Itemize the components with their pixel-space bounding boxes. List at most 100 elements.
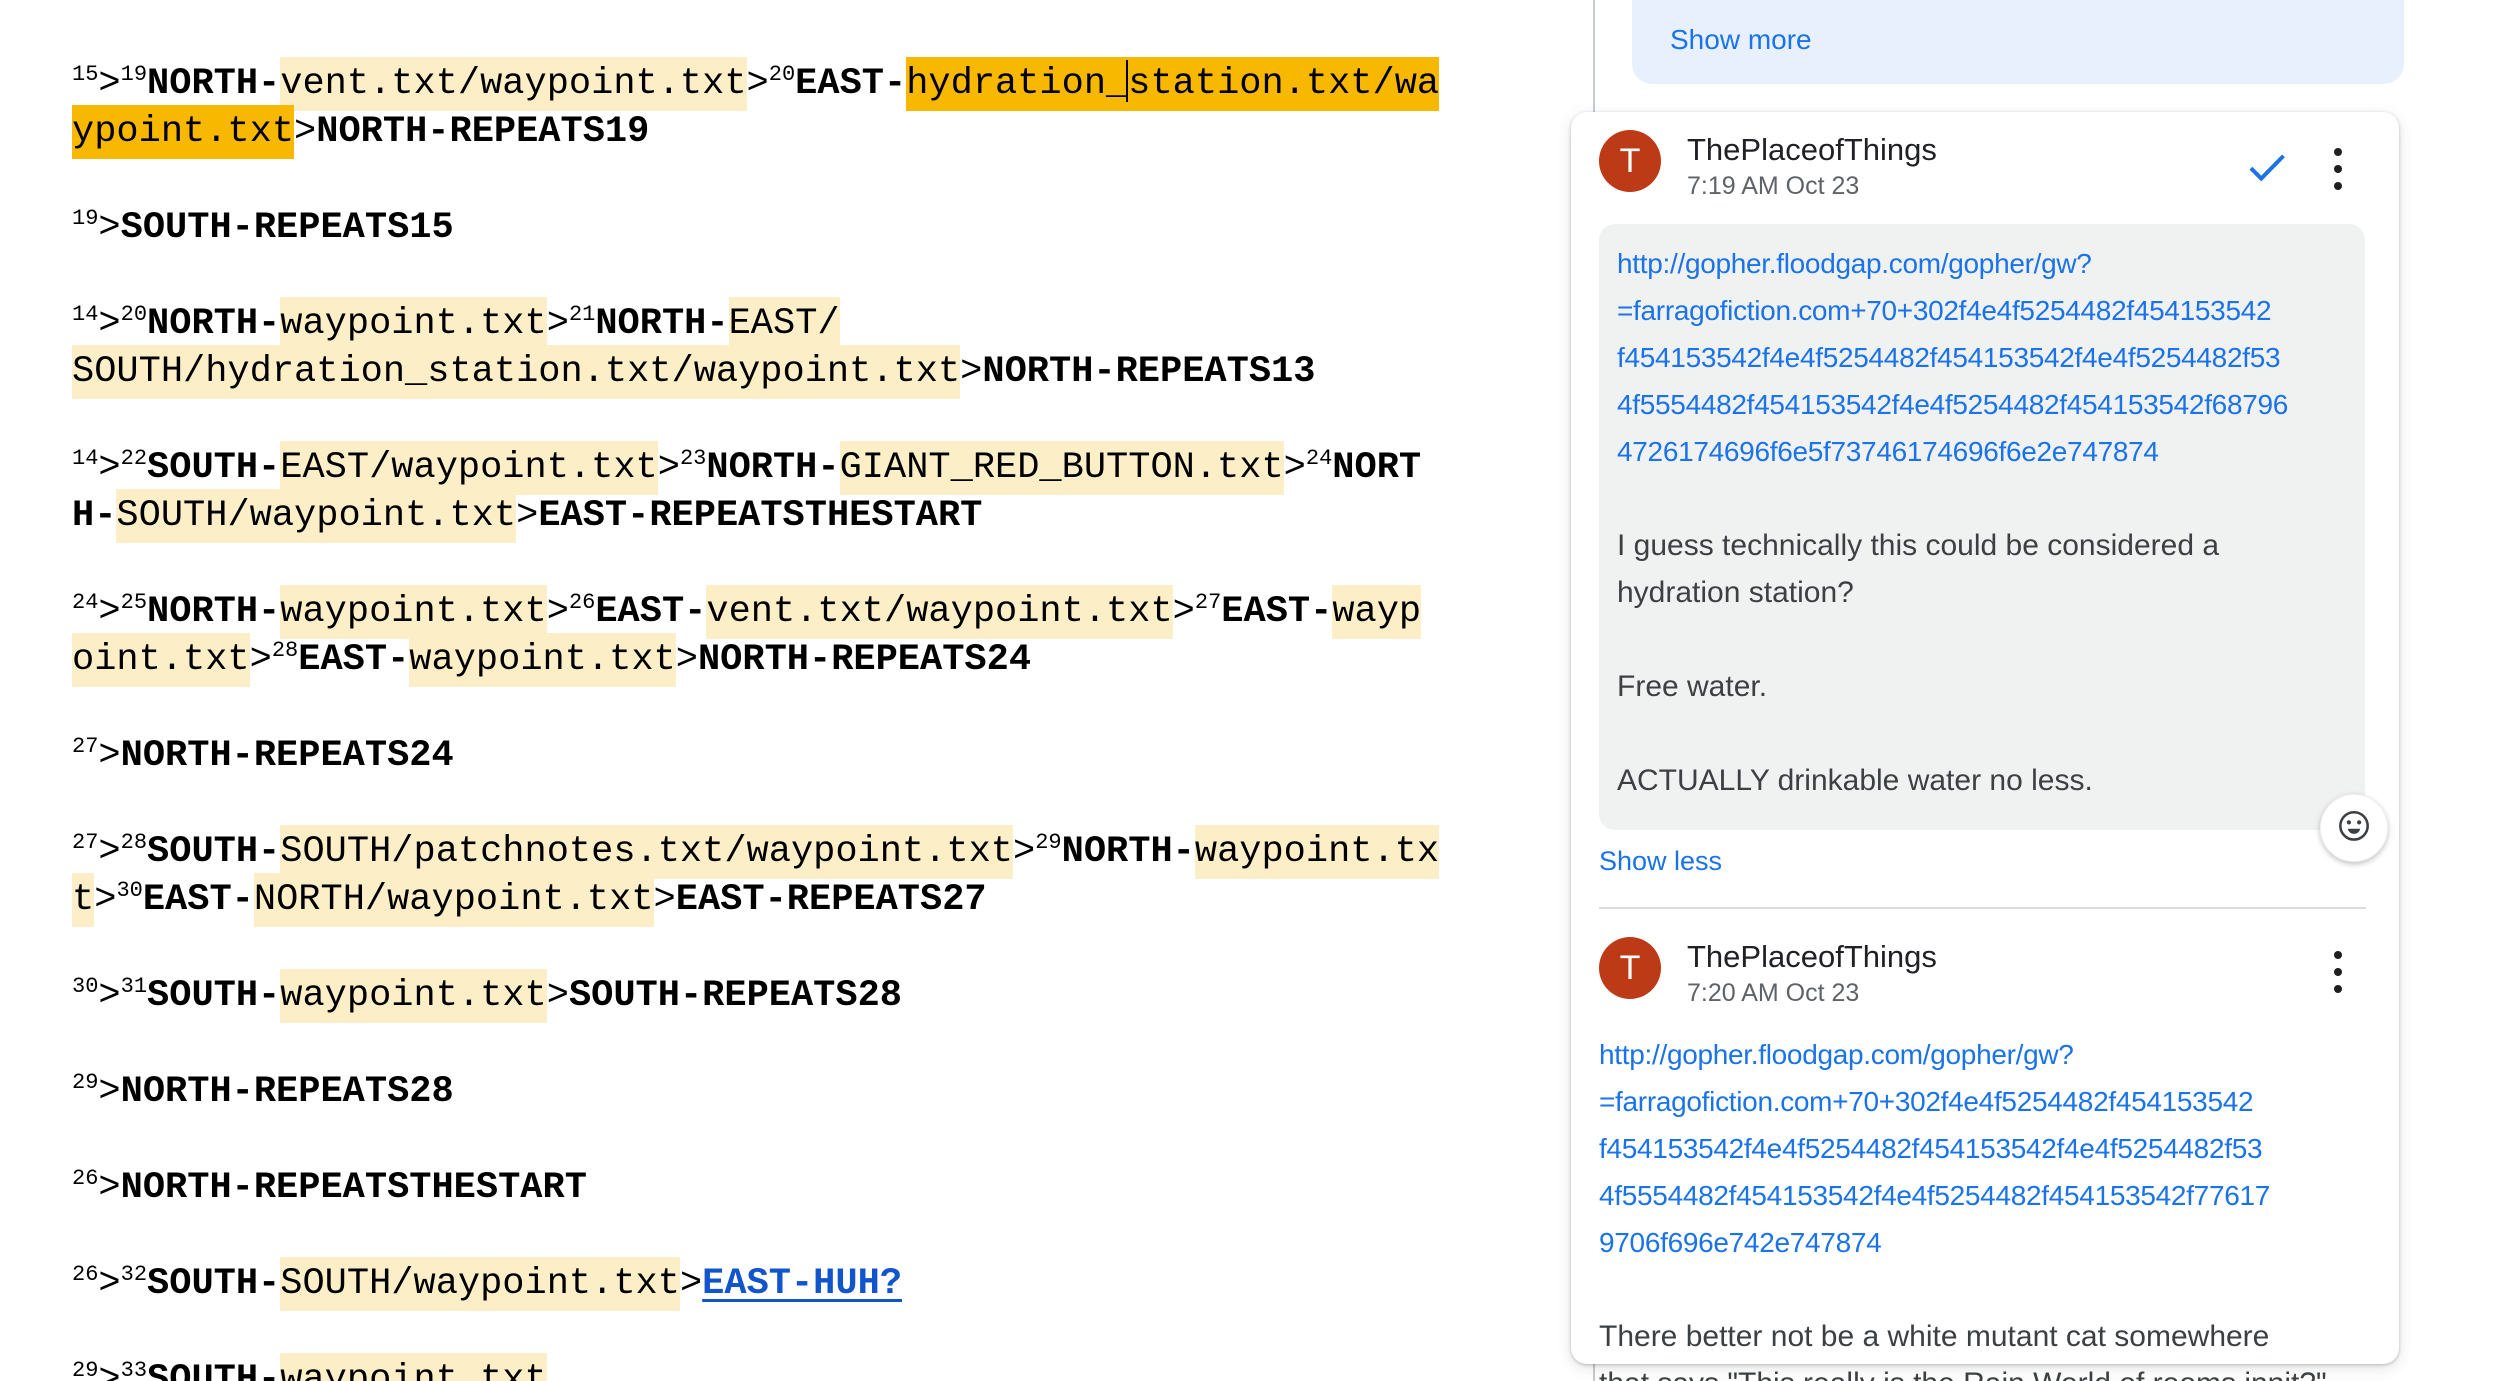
doc-text: >: [98, 1359, 120, 1381]
doc-paragraph: 26>32SOUTH-SOUTH/waypoint.txt>EAST-HUH?: [72, 1260, 1532, 1308]
doc-text: >: [1284, 447, 1306, 489]
comment-thread-card: T ThePlaceofThings 7:19 AM Oct 23: [1571, 112, 2399, 1364]
check-icon: [2244, 178, 2290, 193]
show-more-link[interactable]: Show more: [1670, 24, 1812, 56]
body-paragraph: ACTUALLY drinkable water no less.: [1617, 757, 2349, 804]
doc-text: >: [547, 303, 569, 345]
doc-text: 23: [680, 446, 706, 471]
body-line: Free water.: [1617, 663, 2349, 710]
doc-text: 21: [569, 302, 595, 327]
overflow-menu-button[interactable]: [2334, 148, 2342, 190]
body-paragraph: I guess technically this could be consid…: [1617, 522, 2349, 616]
doc-text: 20: [769, 62, 795, 87]
comment-highlight[interactable]: hydration_: [906, 57, 1128, 111]
url-line[interactable]: 4f5554482f454153542f4e4f5254482f45415354…: [1599, 1172, 2366, 1219]
url-line[interactable]: http://gopher.floodgap.com/gopher/gw?: [1617, 240, 2349, 287]
quote-card[interactable]: Show more: [1632, 0, 2404, 84]
doc-line: 27>28SOUTH-SOUTH/patchnotes.txt/waypoint…: [72, 828, 1532, 876]
comment-highlight[interactable]: waypoint.txt: [280, 585, 546, 639]
doc-line: 24>25NORTH-waypoint.txt>26EAST-vent.txt/…: [72, 588, 1532, 636]
doc-text: >: [98, 831, 120, 873]
comment-highlight[interactable]: oint.txt: [72, 633, 250, 687]
doc-line: 29>NORTH-REPEATS28: [72, 1068, 1532, 1116]
doc-text: 14: [72, 446, 98, 471]
comment-highlight[interactable]: waypoint.txt: [280, 969, 546, 1023]
doc-line: 30>31SOUTH-waypoint.txt>SOUTH-REPEATS28: [72, 972, 1532, 1020]
doc-text: 20: [121, 302, 147, 327]
doc-paragraph: 24>25NORTH-waypoint.txt>26EAST-vent.txt/…: [72, 588, 1532, 684]
url-line[interactable]: 4f5554482f454153542f4e4f5254482f45415354…: [1617, 381, 2349, 428]
comment-highlight[interactable]: ypoint.txt: [72, 105, 294, 159]
doc-text: >: [294, 111, 316, 153]
comment-highlight[interactable]: waypoint.txt: [280, 297, 546, 351]
vertical-dots-icon: [2334, 148, 2342, 190]
comment-highlight[interactable]: station.txt/wa: [1128, 57, 1439, 111]
resolve-button[interactable]: [2244, 144, 2290, 193]
comment-highlight[interactable]: vent.txt/waypoint.txt: [280, 57, 746, 111]
avatar: T: [1599, 937, 1661, 999]
comment-body: I guess technically this could be consid…: [1617, 522, 2349, 804]
doc-text: NORTH-REPEATS24: [121, 735, 454, 777]
comment-highlight[interactable]: SOUTH/hydration_station.txt/waypoint.txt: [72, 345, 960, 399]
doc-text: >: [516, 495, 538, 537]
doc-line: 26>32SOUTH-SOUTH/waypoint.txt>EAST-HUH?: [72, 1260, 1532, 1308]
comment-url-link: http://gopher.floodgap.com/gopher/gw?=fa…: [1599, 1031, 2366, 1266]
doc-line: 15>19NORTH-vent.txt/waypoint.txt>20EAST-…: [72, 60, 1532, 108]
url-line[interactable]: 4726174696f6e5f73746174696f6e2e747874: [1617, 428, 2349, 475]
doc-line: t>30EAST-NORTH/waypoint.txt>EAST-REPEATS…: [72, 876, 1532, 924]
comment-highlight[interactable]: waypoint.txt: [409, 633, 675, 687]
doc-text: 31: [121, 974, 147, 999]
doc-text: 30: [116, 878, 142, 903]
doc-text: >: [98, 1071, 120, 1113]
doc-paragraph: 27>NORTH-REPEATS24: [72, 732, 1532, 780]
comment-highlight[interactable]: waypoint.txt: [280, 1353, 546, 1381]
doc-line: oint.txt>28EAST-waypoint.txt>NORTH-REPEA…: [72, 636, 1532, 684]
doc-text: >: [98, 303, 120, 345]
doc-text: NORTH-: [147, 591, 280, 633]
url-line[interactable]: f454153542f4e4f5254482f454153542f4e4f525…: [1599, 1125, 2366, 1172]
comment-highlight[interactable]: SOUTH/waypoint.txt: [116, 489, 516, 543]
doc-text: >: [1173, 591, 1195, 633]
doc-text: EAST-: [298, 639, 409, 681]
url-line[interactable]: =farragofiction.com+70+302f4e4f5254482f4…: [1617, 287, 2349, 334]
comment-quoted-bubble: http://gopher.floodgap.com/gopher/gw?=fa…: [1599, 224, 2365, 830]
comment-highlight[interactable]: vent.txt/waypoint.txt: [706, 585, 1172, 639]
doc-text: 27: [1195, 590, 1221, 615]
comment-highlight[interactable]: EAST/waypoint.txt: [280, 441, 657, 495]
show-less-link[interactable]: Show less: [1599, 846, 1722, 877]
doc-text: 27: [72, 830, 98, 855]
comment-highlight[interactable]: t: [72, 873, 94, 927]
document-editor[interactable]: 15>19NORTH-vent.txt/waypoint.txt>20EAST-…: [72, 60, 1532, 1381]
url-line[interactable]: 9706f696e742e747874: [1599, 1219, 2366, 1266]
comment-highlight[interactable]: SOUTH/patchnotes.txt/waypoint.txt: [280, 825, 1013, 879]
url-line[interactable]: =farragofiction.com+70+302f4e4f5254482f4…: [1599, 1078, 2366, 1125]
url-line[interactable]: http://gopher.floodgap.com/gopher/gw?: [1599, 1031, 2366, 1078]
doc-text: 29: [72, 1358, 98, 1381]
comment-meta: ThePlaceofThings 7:19 AM Oct 23: [1687, 130, 2244, 202]
doc-text: >: [98, 63, 120, 105]
comment-highlight[interactable]: EAST/: [729, 297, 840, 351]
comment-highlight[interactable]: waypoint.tx: [1195, 825, 1439, 879]
doc-text: 22: [121, 446, 147, 471]
doc-text: SOUTH-: [147, 1359, 280, 1381]
comment-highlight[interactable]: wayp: [1332, 585, 1421, 639]
url-line[interactable]: f454153542f4e4f5254482f454153542f4e4f525…: [1617, 334, 2349, 381]
body-line: ACTUALLY drinkable water no less.: [1617, 757, 2349, 804]
doc-text: >: [547, 975, 569, 1017]
doc-text: >: [98, 1167, 120, 1209]
body-paragraph: There better not be a white mutant cat s…: [1599, 1313, 2366, 1381]
doc-text: EAST-: [795, 63, 906, 105]
doc-text: 19: [72, 206, 98, 231]
overflow-menu-button[interactable]: [2334, 951, 2342, 993]
doc-text: 30: [72, 974, 98, 999]
doc-line: 19>SOUTH-REPEATS15: [72, 204, 1532, 252]
doc-line: H-SOUTH/waypoint.txt>EAST-REPEATSTHESTAR…: [72, 492, 1532, 540]
doc-text: SOUTH-: [147, 1263, 280, 1305]
comment-highlight[interactable]: NORTH/waypoint.txt: [254, 873, 654, 927]
body-line: that says "This really is the Rain World…: [1599, 1360, 2366, 1381]
emoji-reaction-button[interactable]: [2320, 794, 2388, 862]
doc-link[interactable]: EAST-HUH?: [702, 1263, 902, 1305]
doc-text: NORTH-: [147, 63, 280, 105]
comment-highlight[interactable]: SOUTH/waypoint.txt: [280, 1257, 680, 1311]
comment-highlight[interactable]: GIANT_RED_BUTTON.txt: [840, 441, 1284, 495]
